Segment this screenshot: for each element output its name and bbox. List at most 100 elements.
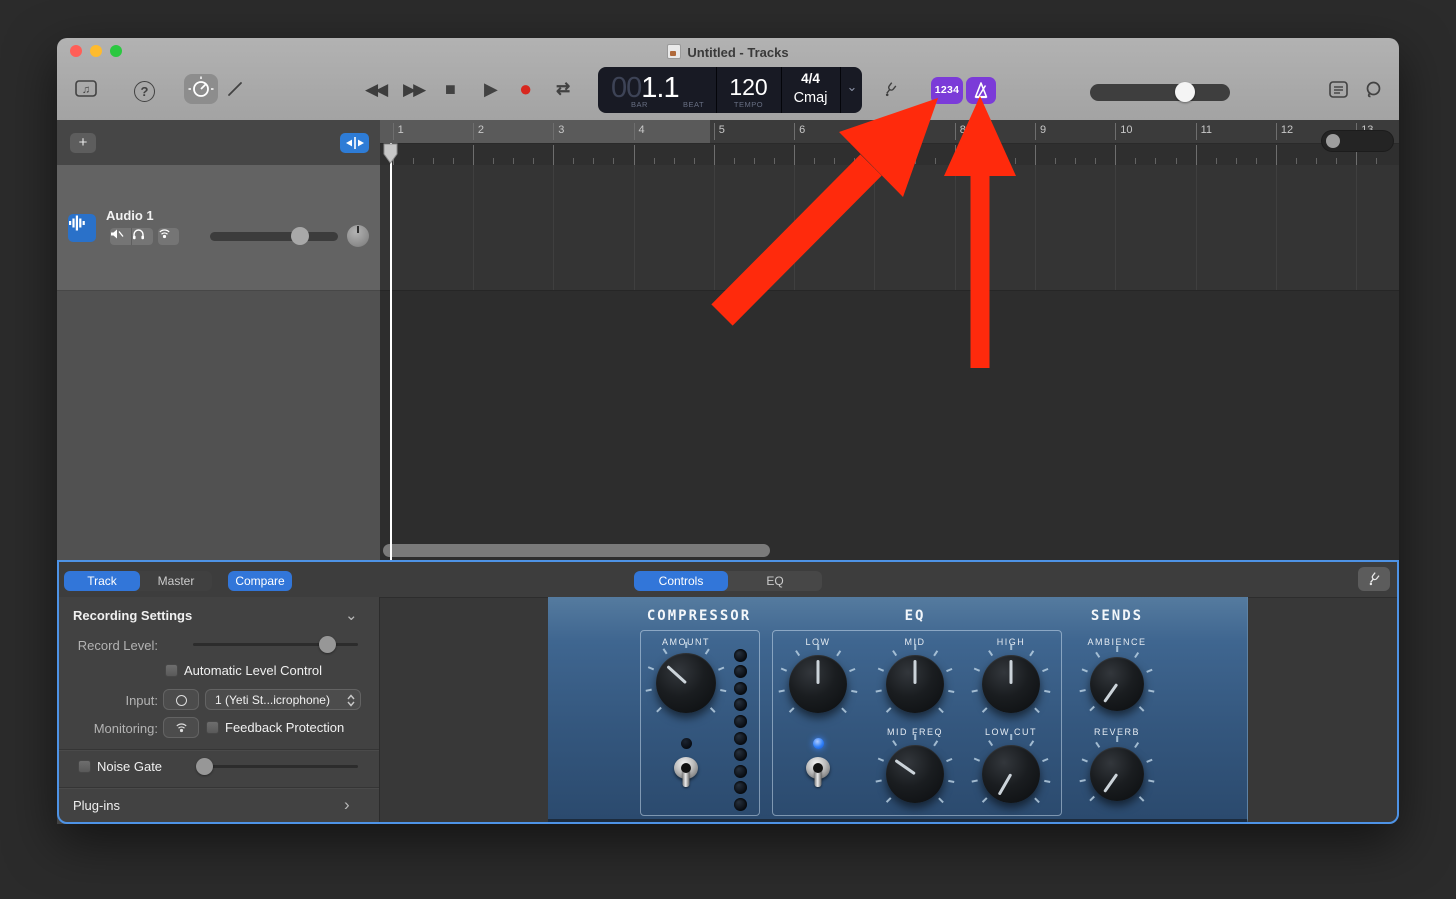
track-volume-knob[interactable]: [291, 227, 309, 245]
ruler-bar-number: 12: [1276, 123, 1293, 140]
tracks-area[interactable]: [380, 165, 1399, 560]
chevron-right-icon[interactable]: ›: [344, 795, 350, 815]
solo-button[interactable]: [132, 228, 153, 245]
mute-button[interactable]: [110, 228, 132, 245]
recording-settings-panel: Recording Settings ⌄ Record Level: Autom…: [57, 597, 380, 824]
ambience-knob[interactable]: [1090, 657, 1144, 711]
compare-button[interactable]: Compare: [228, 571, 292, 591]
master-volume-slider[interactable]: [1090, 84, 1230, 101]
bar-gridline: [1276, 165, 1277, 290]
record-level-knob[interactable]: [319, 636, 336, 653]
media-browser-button[interactable]: ♫: [75, 80, 97, 98]
rewind-button[interactable]: ◀◀: [365, 80, 385, 100]
input-format-button[interactable]: [163, 689, 199, 710]
input-source-dropdown[interactable]: 1 (Yeti St...icrophone): [205, 689, 361, 710]
noise-gate-slider[interactable]: [196, 765, 358, 768]
knob-tick: [1139, 796, 1144, 801]
waveform-icon: [68, 214, 86, 232]
lcd-tempo-value[interactable]: 120: [716, 74, 781, 101]
master-volume-knob[interactable]: [1175, 82, 1195, 102]
lcd-bar-label: BAR: [631, 100, 648, 109]
knob-tick: [685, 642, 687, 648]
ruler-tick: [613, 158, 614, 164]
tab-track[interactable]: Track: [64, 571, 140, 591]
tuning-fork-icon: [882, 81, 899, 98]
lcd-key[interactable]: Cmaj: [781, 90, 840, 106]
knob-tick: [1010, 644, 1012, 650]
monitoring-button[interactable]: [163, 717, 199, 738]
knob-tick: [1148, 689, 1154, 692]
mid-knob[interactable]: [886, 655, 944, 713]
pan-knob[interactable]: [347, 225, 369, 247]
count-in-button[interactable]: 1234: [931, 77, 963, 104]
ruler-tick: [553, 145, 554, 166]
noise-gate-knob[interactable]: [196, 758, 213, 775]
lcd-chevron-icon[interactable]: ⌄: [842, 79, 862, 95]
bar-gridline: [794, 165, 795, 290]
tuner-button-bottom[interactable]: [1358, 567, 1390, 591]
meter-led: [734, 649, 747, 662]
knob-tick: [1116, 646, 1118, 652]
lcd-time-signature[interactable]: 4/4: [781, 71, 840, 86]
reverb-knob[interactable]: [1090, 747, 1144, 801]
mid-freq-knob[interactable]: [886, 745, 944, 803]
eq-title: EQ: [905, 608, 926, 624]
high-knob[interactable]: [982, 655, 1040, 713]
toolbar: Untitled - Tracks ♫ ? ◀◀ ▶▶ ■ ▶ ● ⇄ 001.…: [57, 38, 1399, 121]
notepad-button[interactable]: [1329, 81, 1348, 98]
loop-browser-button[interactable]: [1364, 80, 1383, 99]
horizontal-zoom-slider[interactable]: [1322, 131, 1393, 151]
noise-gate-checkbox[interactable]: [78, 760, 91, 773]
forward-button[interactable]: ▶▶: [403, 80, 423, 100]
tab-eq[interactable]: EQ: [728, 571, 822, 591]
feedback-protection-checkbox[interactable]: [206, 721, 219, 734]
smart-controls-button[interactable]: [184, 74, 218, 104]
auto-level-checkbox[interactable]: [165, 664, 178, 677]
ruler-bar-number: 10: [1115, 123, 1132, 140]
timeline-ruler[interactable]: 12345678910111213: [380, 120, 1399, 165]
editors-button[interactable]: [226, 80, 244, 98]
catch-playhead-button[interactable]: [340, 133, 369, 153]
play-button[interactable]: ▶: [484, 79, 498, 100]
ruler-tick: [1316, 158, 1317, 164]
plugins-row[interactable]: Plug-ins: [73, 798, 120, 813]
playhead-marker[interactable]: [383, 143, 398, 164]
chevron-down-icon[interactable]: ⌄: [345, 606, 358, 624]
horizontal-scrollbar[interactable]: [383, 544, 770, 557]
input-monitoring-button[interactable]: [158, 228, 179, 245]
notepad-icon: [1329, 81, 1348, 98]
cycle-button[interactable]: ⇄: [556, 79, 570, 99]
lcd-display[interactable]: 001.1 BAR BEAT 120 TEMPO 4/4 Cmaj ⌄: [598, 67, 862, 113]
recording-settings-header[interactable]: Recording Settings: [73, 608, 192, 623]
record-button[interactable]: ●: [519, 76, 532, 102]
track-header-audio1[interactable]: Audio 1: [57, 165, 380, 291]
low-cut-knob[interactable]: [982, 745, 1040, 803]
track-icon[interactable]: [68, 214, 96, 242]
gain-reduction-meter: [732, 645, 748, 815]
audio1-track-lane[interactable]: [380, 165, 1399, 291]
zoom-slider-knob[interactable]: [1326, 134, 1340, 148]
meter-led: [734, 698, 747, 711]
low-knob[interactable]: [789, 655, 847, 713]
ruler-tick: [794, 145, 795, 166]
knob-tick: [1080, 779, 1086, 782]
tab-master[interactable]: Master: [140, 571, 212, 591]
track-volume-slider[interactable]: [210, 232, 338, 241]
quick-help-button[interactable]: ?: [134, 81, 155, 102]
ruler-tick: [634, 145, 635, 166]
eq-toggle-switch[interactable]: [804, 755, 832, 791]
ruler-tick: [1196, 145, 1197, 166]
knob-tick: [1090, 796, 1095, 801]
stop-button[interactable]: ■: [445, 79, 456, 100]
amount-knob[interactable]: [656, 653, 716, 713]
track-name[interactable]: Audio 1: [106, 208, 154, 223]
metronome-button[interactable]: [966, 77, 996, 104]
window-title: Untitled - Tracks: [57, 44, 1399, 60]
knob-tick: [1090, 706, 1095, 711]
loop-icon: [1364, 80, 1383, 99]
meter-led: [734, 682, 747, 695]
tuner-button[interactable]: [882, 81, 899, 98]
tab-controls[interactable]: Controls: [634, 571, 728, 591]
add-track-button[interactable]: +: [70, 133, 96, 153]
compressor-toggle-switch[interactable]: [672, 755, 700, 791]
